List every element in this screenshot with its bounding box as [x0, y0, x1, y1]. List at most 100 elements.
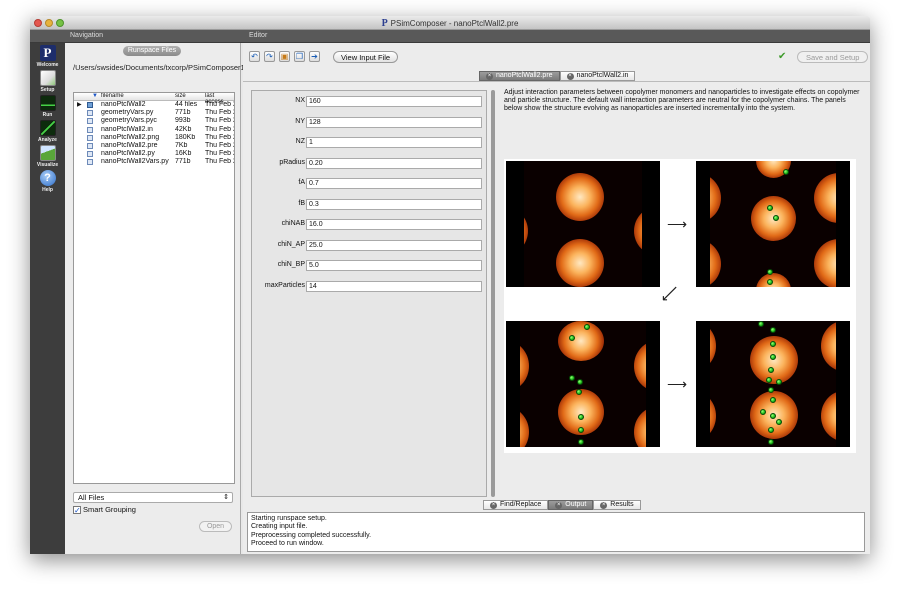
splitter-handle[interactable]: [491, 90, 495, 497]
workflow-rail: P Welcome Setup Run Analyze Visualize ? …: [30, 43, 65, 554]
checkmark-icon: ✔: [778, 51, 787, 62]
param-input[interactable]: 160: [306, 96, 482, 107]
file-icon: [87, 110, 93, 117]
console-line: Preprocessing completed successfully.: [251, 531, 372, 539]
editor-toolbar: ↶ ↷ ▣ ❐ ➔: [249, 51, 320, 62]
window-title: P PSimComposer - nanoPtclWall2.pre: [381, 18, 519, 29]
param-input[interactable]: 0.20: [306, 157, 482, 169]
folder-icon: [87, 102, 93, 108]
param-label: pRadius: [279, 158, 305, 166]
close-tab-icon[interactable]: ×: [566, 72, 574, 80]
param-input[interactable]: 128: [306, 116, 482, 128]
tab-results[interactable]: × Results: [593, 500, 641, 510]
param-label: NX: [295, 97, 305, 104]
view-input-file-button[interactable]: View Input File: [333, 51, 399, 63]
paste-icon[interactable]: ➔: [309, 51, 320, 62]
file-date: Thu Feb 2: [205, 109, 235, 117]
param-input[interactable]: 0.7: [306, 178, 482, 189]
param-row: chiNAB 16.0: [252, 219, 488, 230]
file-row[interactable]: nanoPtclWall2.in 42Kb Thu Feb 2: [74, 126, 234, 134]
disclosure-triangle-icon[interactable]: ▶: [77, 101, 82, 109]
tab-nanoptclwall2-in[interactable]: × nanoPtclWall2.in: [559, 71, 636, 81]
file-size: 180Kb: [175, 133, 196, 141]
param-label: chiN_AP: [277, 240, 305, 248]
smart-grouping-checkbox[interactable]: ✓ Smart Grouping: [73, 505, 136, 514]
copy-icon[interactable]: ❐: [294, 51, 305, 62]
rail-setup[interactable]: Setup: [33, 70, 62, 93]
navigation-header: Navigation: [70, 32, 104, 39]
parameter-form: NX 160 NY 128 NZ 1 pRadius 0.20 fA 0.7 fB 0.3 chiNAB…: [251, 90, 487, 497]
sort-down-icon: ▼: [92, 93, 98, 99]
help-icon: ?: [39, 170, 56, 186]
file-table[interactable]: ▼ filename size last access ▶ nanoPtclWal…: [73, 92, 235, 484]
file-row[interactable]: geometryVars.pyc 993b Thu Feb 2: [74, 117, 234, 125]
file-table-header: ▼ filename size last access: [74, 93, 234, 105]
tab-output[interactable]: × Output: [548, 500, 594, 510]
column-size[interactable]: size: [175, 93, 186, 99]
runspace-files-tab[interactable]: Runspace Files: [123, 46, 181, 56]
param-row: fA 0.7: [252, 178, 488, 189]
cut-icon[interactable]: ▣: [279, 51, 290, 62]
param-row: NX 160: [252, 96, 488, 107]
save-and-setup-button[interactable]: Save and Setup: [797, 51, 869, 63]
file-row[interactable]: nanoPtclWall2.png 180Kb Thu Feb 2: [74, 134, 234, 142]
param-input[interactable]: 16.0: [306, 219, 482, 230]
figure-panel-3: [506, 321, 660, 447]
open-button[interactable]: Open: [199, 521, 232, 532]
file-filter-select[interactable]: All Files ⇕: [73, 492, 233, 503]
output-tabs: × Find/Replace × Output × Results: [483, 500, 641, 510]
file-icon: [87, 151, 93, 158]
param-row: chiN_BP 5.0: [252, 260, 488, 271]
file-name: nanoPtclWall2.png: [101, 133, 160, 141]
close-tab-icon[interactable]: ×: [600, 501, 608, 509]
run-icon: [39, 95, 56, 111]
file-size: 44 files: [175, 101, 198, 108]
close-tab-icon[interactable]: ×: [486, 72, 493, 80]
file-date: Thu Feb 2: [205, 158, 235, 166]
param-label: maxParticles: [264, 281, 305, 289]
title-bar: P PSimComposer - nanoPtclWall2.pre: [30, 16, 870, 30]
runspace-path: /Users/swsides/Documents/txcorp/PSimComp…: [73, 63, 318, 72]
param-input[interactable]: 14: [306, 280, 482, 292]
column-filename[interactable]: filename: [101, 93, 124, 99]
param-input[interactable]: 5.0: [306, 260, 482, 271]
rail-help[interactable]: ? Help: [33, 170, 62, 193]
file-row[interactable]: nanoPtclWall2.pre 7Kb Thu Feb 2: [74, 142, 234, 150]
file-name: nanoPtclWall2: [101, 101, 146, 108]
rail-analyze[interactable]: Analyze: [33, 120, 62, 143]
rail-welcome[interactable]: P Welcome: [33, 45, 62, 68]
param-label: fB: [298, 199, 305, 207]
rail-run[interactable]: Run: [33, 95, 62, 118]
file-row[interactable]: nanoPtclWall2.py 16Kb Thu Feb 2: [74, 150, 234, 158]
tab-find-replace[interactable]: × Find/Replace: [483, 500, 549, 510]
rail-visualize[interactable]: Visualize: [33, 145, 62, 168]
file-size: 16Kb: [175, 150, 192, 158]
setup-icon: [39, 70, 56, 86]
file-row[interactable]: geometryVars.py 771b Thu Feb 2: [74, 109, 234, 117]
output-console[interactable]: Starting runspace setup. Creating input f…: [247, 512, 865, 552]
file-icon: [87, 134, 93, 141]
app-logo-icon: P: [381, 18, 388, 29]
editor-tabs: × nanoPtclWall2.pre × nanoPtclWall2.in: [479, 71, 636, 81]
file-name: nanoPtclWall2.py: [101, 150, 155, 158]
param-input[interactable]: 25.0: [306, 239, 482, 251]
figure-panel-4: [696, 321, 850, 447]
param-label: chiNAB: [281, 220, 305, 227]
file-size: 771b: [175, 158, 191, 166]
param-input[interactable]: 0.3: [306, 198, 482, 210]
redo-icon[interactable]: ↷: [264, 51, 275, 62]
arrow-right-icon: ⟶: [667, 216, 688, 232]
undo-icon[interactable]: ↶: [249, 51, 260, 62]
param-row: maxParticles 14: [252, 280, 488, 292]
file-date: Thu Feb 2: [205, 117, 235, 125]
file-row[interactable]: ▶ nanoPtclWall2 44 files Thu Feb 2: [74, 101, 234, 109]
tab-nanoptclwall2-pre[interactable]: × nanoPtclWall2.pre: [479, 71, 560, 81]
param-row: fB 0.3: [252, 198, 488, 210]
param-input[interactable]: 1: [306, 137, 482, 148]
edit-area: NX 160 NY 128 NZ 1 pRadius 0.20 fA 0.7 fB 0.3 chiNAB…: [243, 81, 870, 503]
param-label: fA: [298, 179, 305, 186]
param-row: chiN_AP 25.0: [252, 239, 488, 251]
close-tab-icon[interactable]: ×: [490, 501, 497, 509]
file-row[interactable]: nanoPtclWall2Vars.py 771b Thu Feb 2: [74, 158, 234, 166]
close-tab-icon[interactable]: ×: [555, 501, 563, 509]
